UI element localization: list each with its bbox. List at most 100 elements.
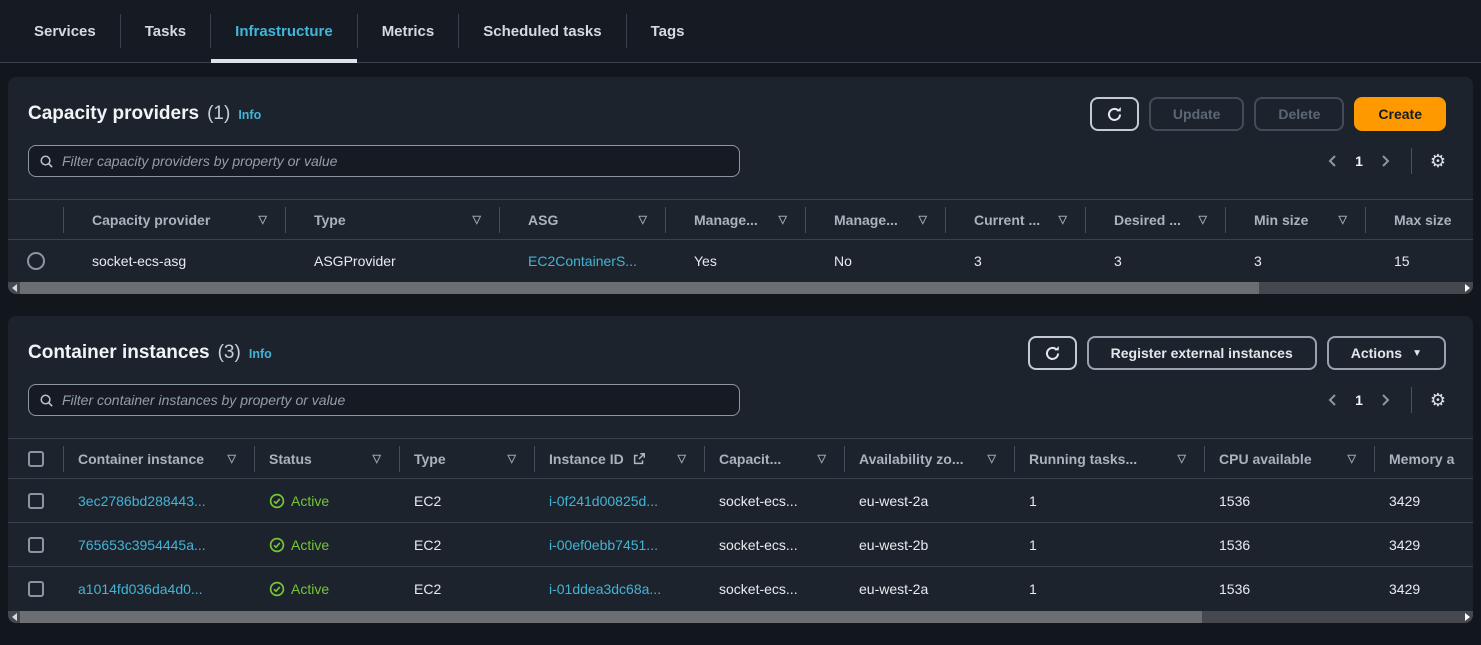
prev-page-icon[interactable] (1325, 153, 1341, 169)
refresh-button[interactable] (1028, 336, 1077, 370)
table-row[interactable]: 765653c3954445a... Active EC2 i-00ef0ebb… (8, 522, 1473, 566)
cell-asg-link[interactable]: EC2ContainerS... (500, 253, 666, 269)
sort-icon[interactable]: ▽ (228, 452, 254, 465)
cell-container-instance-link[interactable]: 765653c3954445a... (64, 537, 255, 553)
status-active-check-icon (269, 493, 285, 509)
col-asg[interactable]: ASG ▽ (500, 207, 666, 233)
cell-availability-zone: eu-west-2a (845, 493, 1015, 509)
table-row[interactable]: socket-ecs-asg ASGProvider EC2ContainerS… (8, 239, 1473, 281)
cell-running-tasks: 1 (1015, 537, 1205, 553)
tab-infrastructure[interactable]: Infrastructure (211, 0, 357, 62)
container-instances-info-link[interactable]: Info (249, 347, 272, 361)
cell-container-instance-link[interactable]: a1014fd036da4d0... (64, 581, 255, 597)
cell-container-instance-link[interactable]: 3ec2786bd288443... (64, 493, 255, 509)
cell-managed-scaling: Yes (666, 253, 806, 269)
sort-icon[interactable]: ▽ (373, 452, 399, 465)
col-max-size[interactable]: Max size (1366, 207, 1473, 233)
prev-page-icon[interactable] (1325, 392, 1341, 408)
delete-button[interactable]: Delete (1254, 97, 1344, 131)
cell-running-tasks: 1 (1015, 581, 1205, 597)
scrollbar-track[interactable] (20, 282, 1461, 294)
cell-type: ASGProvider (286, 253, 500, 269)
cell-running-tasks: 1 (1015, 493, 1205, 509)
col-type[interactable]: Type ▽ (400, 446, 535, 472)
next-page-icon[interactable] (1377, 153, 1393, 169)
col-status[interactable]: Status ▽ (255, 446, 400, 472)
register-external-instances-button[interactable]: Register external instances (1087, 336, 1317, 370)
sort-icon[interactable]: ▽ (1178, 452, 1204, 465)
row-checkbox[interactable] (28, 581, 44, 597)
sort-icon[interactable]: ▽ (1199, 213, 1225, 226)
cell-capacity-provider: socket-ecs... (705, 493, 845, 509)
col-type[interactable]: Type ▽ (286, 207, 500, 233)
cell-memory-available: 3429 (1375, 493, 1473, 509)
sort-icon[interactable]: ▽ (639, 213, 665, 226)
col-desired-size[interactable]: Desired ... ▽ (1086, 207, 1226, 233)
row-checkbox[interactable] (28, 493, 44, 509)
cell-capacity-provider: socket-ecs-asg (64, 253, 286, 269)
tab-tasks[interactable]: Tasks (121, 0, 210, 62)
sort-icon[interactable]: ▽ (1059, 213, 1085, 226)
col-instance-id[interactable]: Instance ID ▽ (535, 446, 705, 472)
col-cpu-available[interactable]: CPU available ▽ (1205, 446, 1375, 472)
scroll-right-icon[interactable] (1461, 284, 1473, 292)
container-instances-table: Container instance ▽ Status ▽ Type ▽ Ins… (8, 438, 1473, 623)
page-number[interactable]: 1 (1355, 392, 1363, 408)
container-instances-count: (3) (218, 342, 241, 364)
table-settings-gear-icon[interactable]: ⚙ (1430, 152, 1446, 170)
col-capacity-provider[interactable]: Capacity provider ▽ (64, 207, 286, 233)
scrollbar-track[interactable] (20, 611, 1461, 623)
section-tabs: Services Tasks Infrastructure Metrics Sc… (0, 0, 1481, 63)
table-header-row: Container instance ▽ Status ▽ Type ▽ Ins… (8, 438, 1473, 478)
page-number[interactable]: 1 (1355, 153, 1363, 169)
tab-metrics[interactable]: Metrics (358, 0, 459, 62)
cell-instance-id-link[interactable]: i-01ddea3dc68a... (535, 581, 705, 597)
select-all-checkbox[interactable] (28, 451, 44, 467)
col-running-tasks[interactable]: Running tasks... ▽ (1015, 446, 1205, 472)
refresh-button[interactable] (1090, 97, 1139, 131)
col-current-size[interactable]: Current ... ▽ (946, 207, 1086, 233)
cell-instance-id-link[interactable]: i-0f241d00825d... (535, 493, 705, 509)
sort-icon[interactable]: ▽ (988, 452, 1014, 465)
container-instances-filter-input[interactable] (62, 392, 729, 408)
col-memory-available[interactable]: Memory a (1375, 446, 1473, 472)
row-checkbox[interactable] (28, 537, 44, 553)
col-managed-termination[interactable]: Manage... ▽ (806, 207, 946, 233)
container-instances-title: Container instances (28, 342, 210, 364)
scroll-right-icon[interactable] (1461, 613, 1473, 621)
table-settings-gear-icon[interactable]: ⚙ (1430, 391, 1446, 409)
sort-icon[interactable]: ▽ (508, 452, 534, 465)
capacity-providers-info-link[interactable]: Info (238, 108, 261, 122)
cell-instance-id-link[interactable]: i-00ef0ebb7451... (535, 537, 705, 553)
container-instances-filter (28, 384, 740, 416)
scroll-left-icon[interactable] (8, 613, 20, 621)
create-button[interactable]: Create (1354, 97, 1446, 131)
actions-button[interactable]: Actions ▼ (1327, 336, 1446, 370)
col-capacity-provider[interactable]: Capacit... ▽ (705, 446, 845, 472)
row-radio[interactable] (27, 252, 45, 270)
sort-icon[interactable]: ▽ (1348, 452, 1374, 465)
next-page-icon[interactable] (1377, 392, 1393, 408)
sort-icon[interactable]: ▽ (259, 213, 285, 226)
tab-services[interactable]: Services (10, 0, 120, 62)
scroll-left-icon[interactable] (8, 284, 20, 292)
sort-icon[interactable]: ▽ (779, 213, 805, 226)
tab-tags[interactable]: Tags (627, 0, 709, 62)
table-row[interactable]: 3ec2786bd288443... Active EC2 i-0f241d00… (8, 478, 1473, 522)
sort-icon[interactable]: ▽ (1339, 213, 1365, 226)
capacity-providers-filter-input[interactable] (62, 153, 729, 169)
sort-icon[interactable]: ▽ (818, 452, 844, 465)
cell-desired-size: 3 (1086, 253, 1226, 269)
tab-scheduled-tasks[interactable]: Scheduled tasks (459, 0, 625, 62)
table-row[interactable]: a1014fd036da4d0... Active EC2 i-01ddea3d… (8, 566, 1473, 610)
col-container-instance[interactable]: Container instance ▽ (64, 446, 255, 472)
col-min-size[interactable]: Min size ▽ (1226, 207, 1366, 233)
col-managed-scaling[interactable]: Manage... ▽ (666, 207, 806, 233)
sort-icon[interactable]: ▽ (473, 213, 499, 226)
scrollbar-thumb[interactable] (20, 611, 1202, 623)
col-availability-zone[interactable]: Availability zo... ▽ (845, 446, 1015, 472)
sort-icon[interactable]: ▽ (919, 213, 945, 226)
sort-icon[interactable]: ▽ (678, 452, 704, 465)
update-button[interactable]: Update (1149, 97, 1244, 131)
scrollbar-thumb[interactable] (20, 282, 1259, 294)
